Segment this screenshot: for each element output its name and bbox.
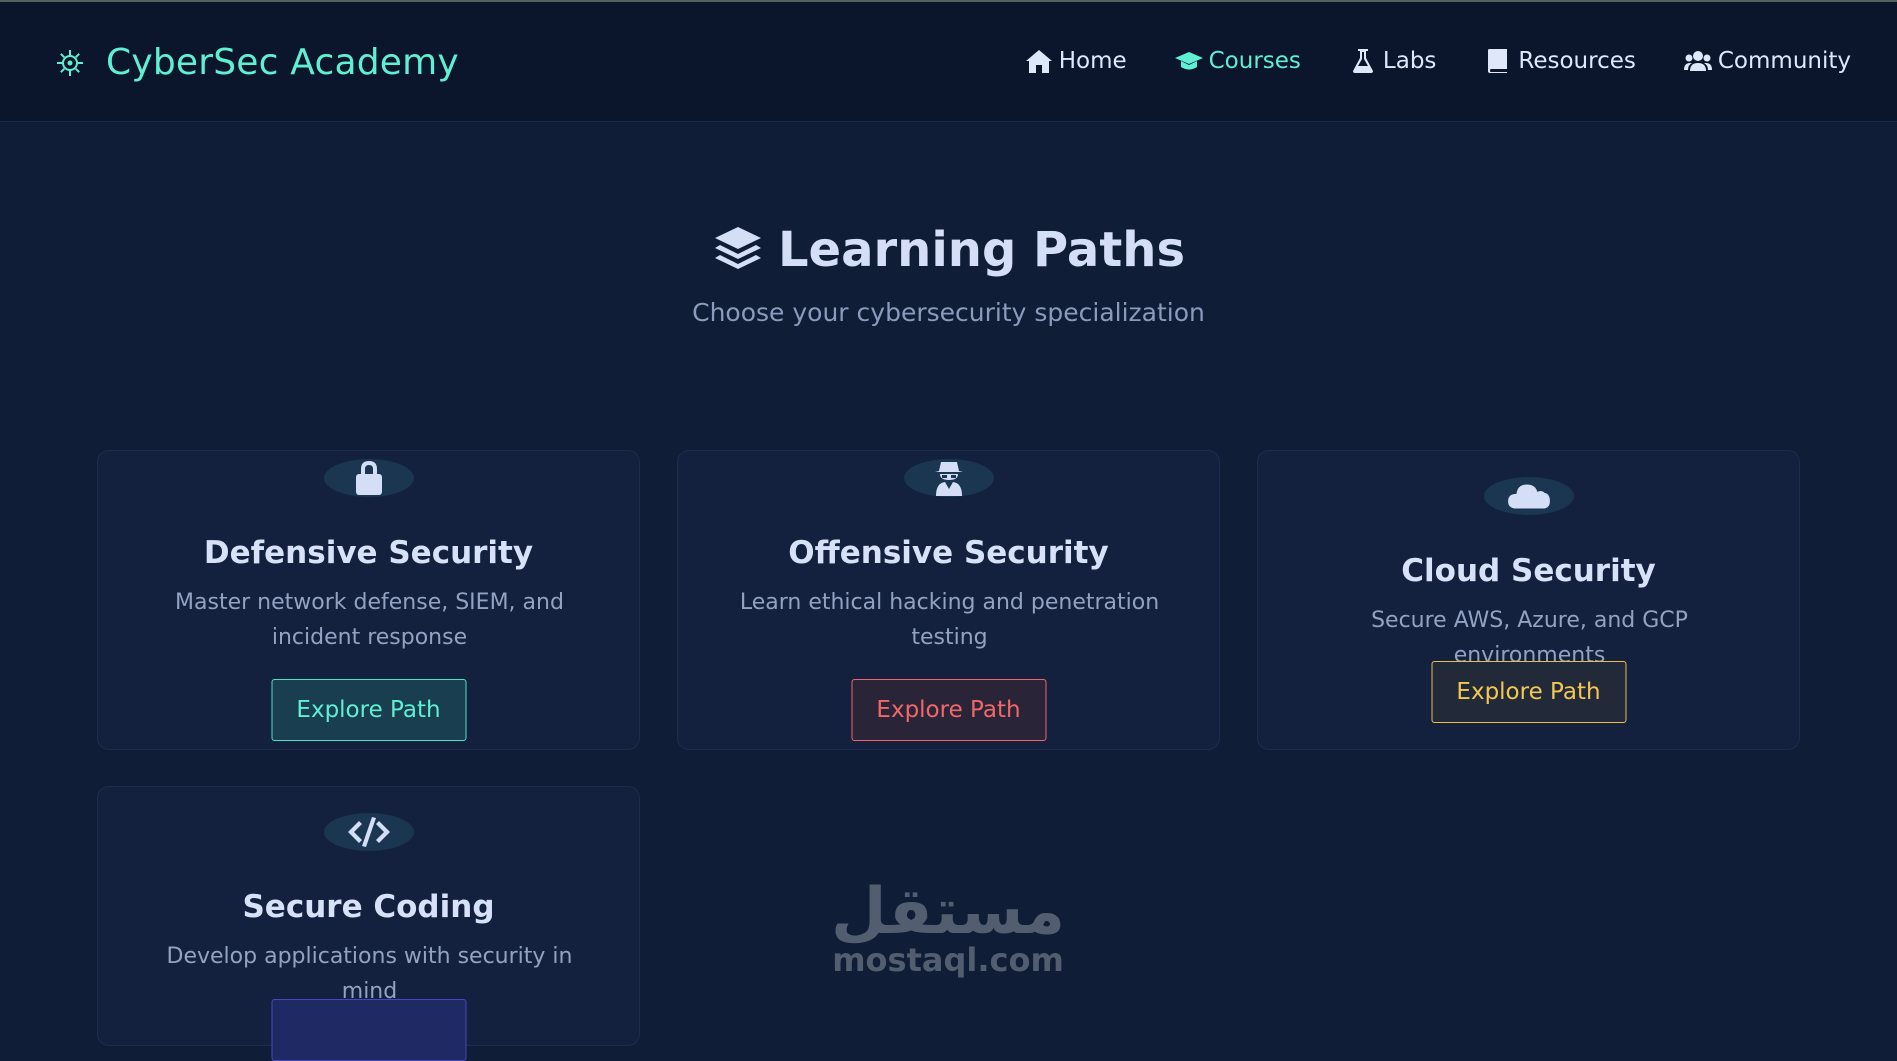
home-icon [1025,50,1052,73]
explore-path-button[interactable]: Explore Path [1431,661,1626,723]
book-icon [1488,49,1508,73]
brand[interactable]: CyberSec Academy [54,42,459,83]
users-icon [1683,51,1712,71]
cloud-icon [1507,484,1550,509]
nav-courses-label: Courses [1208,48,1301,74]
mostaql-watermark: مستقل mostaql.com [830,880,1066,976]
page-title: Learning Paths [712,222,1185,278]
explore-path-button[interactable] [271,999,466,1061]
card-title: Cloud Security [1401,553,1656,589]
layers-icon [714,227,761,269]
nav-home-label: Home [1058,48,1127,74]
card-title: Defensive Security [203,535,534,571]
nav-community-label: Community [1717,48,1851,74]
explore-path-button[interactable]: Explore Path [851,679,1046,741]
nav-community[interactable]: Community [1683,48,1851,74]
code-icon [347,817,390,847]
card-cloud-security: Cloud Security Secure AWS, Azure, and GC… [1257,450,1800,750]
card-icon-badge [1483,477,1574,515]
card-offensive-security: Offensive Security Learn ethical hacking… [677,450,1220,750]
watermark-arabic: مستقل [830,875,1066,949]
site-header: CyberSec Academy Home Courses Labs Resou… [0,2,1897,122]
nav-home[interactable]: Home [1025,48,1127,74]
page-subtitle: Choose your cybersecurity specialization [692,298,1205,327]
card-icon-badge [903,459,994,497]
card-defensive-security: Defensive Security Master network defens… [97,450,640,750]
hero-section: Learning Paths Choose your cybersecurity… [0,222,1897,327]
page-title-text: Learning Paths [777,222,1186,278]
card-description: Learn ethical hacking and penetration te… [739,590,1160,650]
card-icon-badge [323,813,414,851]
lock-icon [355,461,382,495]
graduation-cap-icon [1174,52,1203,70]
brand-title: CyberSec Academy [106,42,459,83]
nav-labs[interactable]: Labs [1349,48,1437,74]
nav-resources-label: Resources [1518,48,1636,74]
watermark-latin: mostaql.com [832,941,1064,979]
nav-resources[interactable]: Resources [1484,48,1636,74]
nav-courses[interactable]: Courses [1174,48,1301,74]
spy-icon [934,462,963,496]
virus-gear-icon [57,49,83,76]
card-description: Master network defense, SIEM, and incide… [175,590,564,650]
nav-labs-label: Labs [1382,48,1437,74]
main-nav: Home Courses Labs Resources Community [1025,48,1851,74]
explore-path-button[interactable]: Explore Path [271,679,466,741]
card-icon-badge [323,459,414,497]
card-secure-coding: Secure Coding Develop applications with … [97,786,640,1061]
card-title: Offensive Security [788,535,1109,571]
card-title: Secure Coding [242,889,495,925]
flask-icon [1352,49,1373,73]
